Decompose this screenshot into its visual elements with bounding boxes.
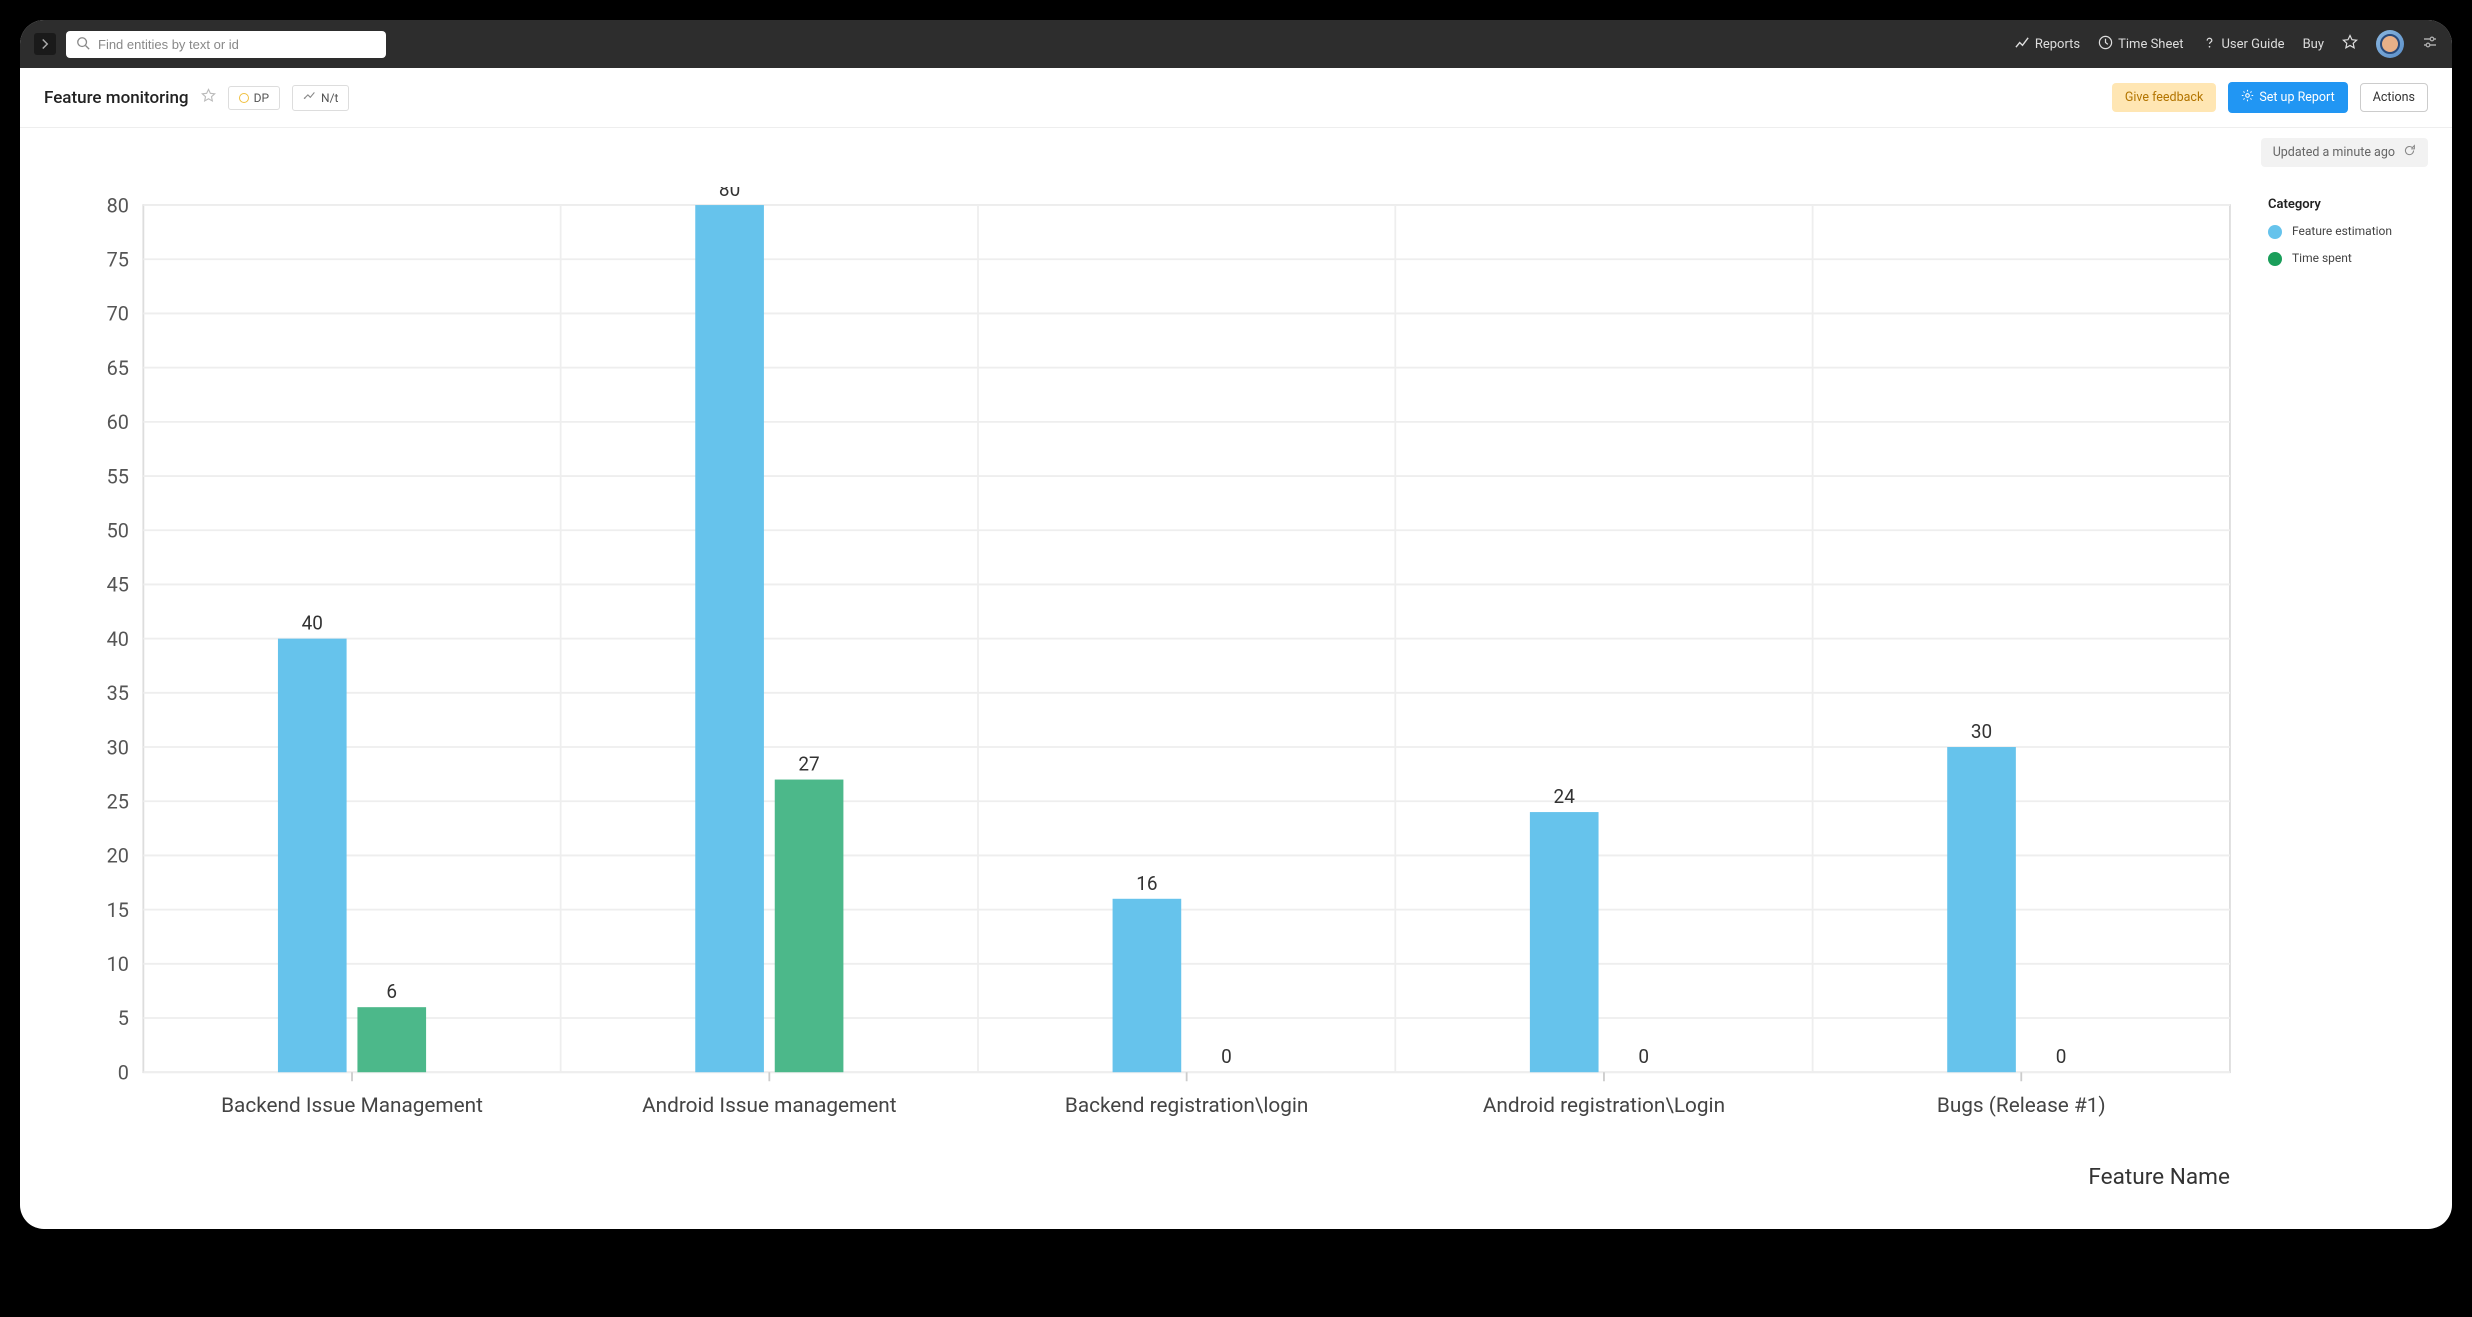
- search-input[interactable]: [98, 37, 376, 52]
- star-icon[interactable]: [2342, 34, 2358, 54]
- nav-buy[interactable]: Buy: [2303, 37, 2324, 52]
- svg-text:15: 15: [107, 899, 129, 922]
- tag-nt[interactable]: N/t: [292, 85, 349, 111]
- page-header: Feature monitoring DP N/t Give feedback …: [20, 68, 2452, 128]
- legend-dot-icon: [2268, 252, 2282, 266]
- svg-text:0: 0: [1221, 1045, 1232, 1068]
- legend-item-time-spent[interactable]: Time spent: [2268, 251, 2428, 266]
- nav-reports-label: Reports: [2035, 37, 2080, 52]
- nav-buy-label: Buy: [2303, 37, 2324, 52]
- svg-text:55: 55: [107, 465, 129, 488]
- svg-text:60: 60: [107, 411, 129, 434]
- svg-text:80: 80: [719, 187, 740, 201]
- give-feedback-button[interactable]: Give feedback: [2112, 83, 2216, 112]
- setup-report-label: Set up Report: [2259, 90, 2334, 105]
- search-field[interactable]: [66, 31, 386, 58]
- actions-label: Actions: [2373, 90, 2415, 105]
- refresh-status[interactable]: Updated a minute ago: [2261, 138, 2428, 167]
- search-icon: [76, 35, 90, 54]
- svg-text:45: 45: [107, 574, 129, 597]
- nav-timesheet[interactable]: Time Sheet: [2098, 35, 2183, 54]
- svg-text:65: 65: [107, 357, 129, 380]
- question-icon: [2202, 35, 2217, 54]
- status-text: Updated a minute ago: [2273, 145, 2395, 160]
- svg-text:75: 75: [107, 248, 129, 271]
- clock-icon: [2098, 35, 2113, 54]
- svg-text:0: 0: [2056, 1045, 2067, 1068]
- svg-text:10: 10: [107, 953, 129, 976]
- dot-icon: [239, 93, 249, 103]
- expand-sidebar-button[interactable]: [34, 33, 56, 55]
- nav-reports[interactable]: Reports: [2015, 35, 2080, 54]
- legend-label: Feature estimation: [2292, 224, 2392, 238]
- svg-text:Backend registration\login: Backend registration\login: [1065, 1094, 1309, 1118]
- svg-text:Bugs (Release #1): Bugs (Release #1): [1937, 1094, 2106, 1118]
- svg-text:27: 27: [798, 753, 819, 776]
- legend-dot-icon: [2268, 225, 2282, 239]
- svg-text:30: 30: [1971, 720, 1992, 743]
- svg-text:5: 5: [118, 1007, 129, 1030]
- favorite-star-button[interactable]: [201, 88, 216, 107]
- setup-report-button[interactable]: Set up Report: [2228, 82, 2347, 113]
- tag-dp-label: DP: [254, 91, 269, 105]
- chart-legend: Category Feature estimation Time spent: [2268, 187, 2428, 1199]
- top-navbar: Reports Time Sheet User Guide Buy: [20, 20, 2452, 68]
- user-avatar[interactable]: [2376, 30, 2404, 58]
- svg-text:Feature Name: Feature Name: [2088, 1163, 2230, 1190]
- legend-item-feature-estimation[interactable]: Feature estimation: [2268, 224, 2428, 239]
- svg-text:0: 0: [1638, 1045, 1649, 1068]
- nav-userguide[interactable]: User Guide: [2202, 35, 2285, 54]
- chart-container: 0 5 10 15 20 25 30 35 40 45 50 55 60 65 70 75 80 40 6 Backe…: [44, 187, 2248, 1199]
- svg-text:50: 50: [107, 519, 129, 542]
- bar-chart: 0 5 10 15 20 25 30 35 40 45 50 55 60 65 70 75 80 40 6 Backe…: [44, 187, 2248, 1199]
- settings-icon[interactable]: [2422, 34, 2438, 54]
- svg-text:Android registration\Login: Android registration\Login: [1483, 1094, 1725, 1118]
- legend-title: Category: [2268, 197, 2428, 212]
- svg-text:16: 16: [1136, 872, 1157, 895]
- legend-label: Time spent: [2292, 251, 2352, 265]
- svg-text:Android Issue management: Android Issue management: [642, 1094, 897, 1118]
- nav-userguide-label: User Guide: [2222, 37, 2285, 52]
- gear-icon: [2241, 89, 2254, 106]
- svg-text:Backend Issue Management: Backend Issue Management: [221, 1094, 483, 1118]
- svg-text:24: 24: [1554, 785, 1576, 808]
- tag-nt-label: N/t: [321, 91, 338, 105]
- tag-dp[interactable]: DP: [228, 86, 280, 110]
- svg-text:40: 40: [302, 612, 323, 635]
- page-title: Feature monitoring: [44, 88, 189, 108]
- give-feedback-label: Give feedback: [2125, 90, 2203, 105]
- svg-text:20: 20: [107, 845, 129, 868]
- svg-text:80: 80: [107, 194, 129, 217]
- actions-button[interactable]: Actions: [2360, 83, 2428, 112]
- svg-text:70: 70: [107, 303, 129, 326]
- effort-icon: [303, 90, 316, 106]
- svg-text:40: 40: [107, 628, 129, 651]
- chart-line-icon: [2015, 35, 2030, 54]
- svg-text:30: 30: [107, 736, 129, 759]
- svg-text:6: 6: [386, 980, 397, 1003]
- svg-text:25: 25: [107, 790, 129, 813]
- svg-text:0: 0: [118, 1061, 129, 1084]
- nav-timesheet-label: Time Sheet: [2118, 37, 2183, 52]
- refresh-icon: [2403, 144, 2416, 161]
- svg-text:35: 35: [107, 682, 129, 705]
